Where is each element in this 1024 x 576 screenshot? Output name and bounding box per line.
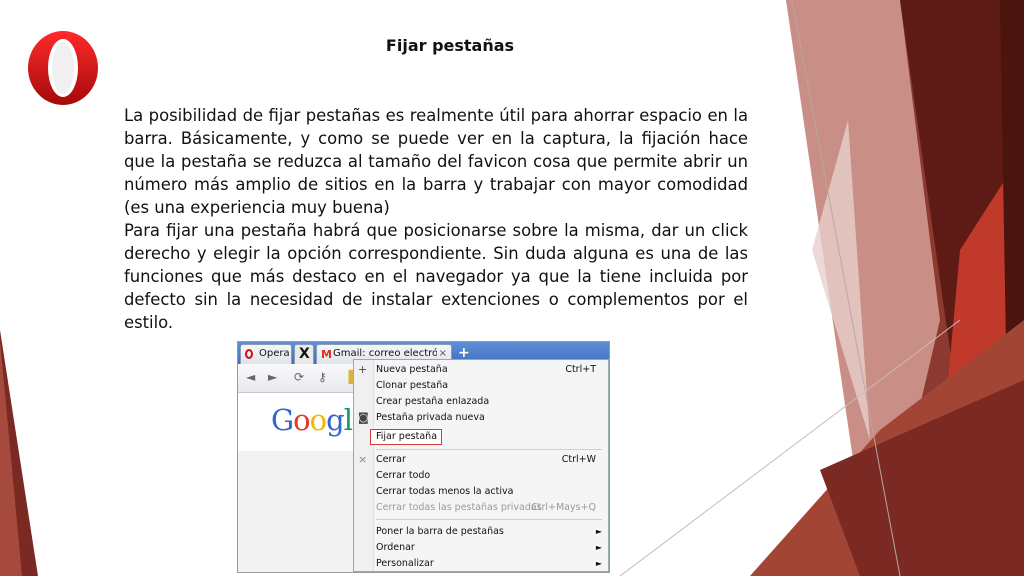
google-logo: Googl	[271, 403, 353, 437]
menu-shortcut: Ctrl+W	[561, 454, 596, 465]
google-letter: G	[271, 403, 294, 437]
submenu-arrow-icon: ►	[595, 559, 602, 568]
menu-shortcut: Ctrl+Mays+Q	[531, 502, 596, 513]
menu-item-clonar-pestana[interactable]: Clonar pestaña	[376, 378, 448, 394]
plus-icon: +	[358, 363, 368, 376]
page-background	[238, 451, 353, 572]
tab-opera[interactable]: Opera	[240, 344, 292, 364]
submenu-arrow-icon: ►	[595, 543, 602, 552]
gmail-icon: M	[321, 348, 332, 361]
menu-item-poner-barra[interactable]: Poner la barra de pestañas	[376, 524, 504, 540]
pinned-tab-icon: X	[299, 346, 310, 362]
slide-title: Fijar pestañas	[385, 36, 515, 55]
key-icon[interactable]: ⚷	[318, 370, 327, 384]
close-tab-icon[interactable]: ×	[439, 348, 447, 359]
opera-logo-icon	[28, 31, 98, 105]
google-letter: l	[343, 403, 353, 437]
opera-icon	[245, 349, 253, 359]
menu-item-cerrar[interactable]: Cerrar	[376, 452, 406, 468]
menu-shortcut: Ctrl+T	[565, 364, 596, 375]
menu-item-personalizar[interactable]: Personalizar	[376, 556, 434, 572]
google-letter: o	[309, 403, 327, 437]
menu-item-pestana-privada[interactable]: Pestaña privada nueva	[376, 410, 485, 426]
reload-icon[interactable]: ⟳	[294, 370, 304, 384]
menu-separator	[376, 449, 602, 450]
menu-item-cerrar-menos-activa[interactable]: Cerrar todas menos la activa	[376, 484, 513, 500]
address-icon[interactable]: ▐	[344, 370, 353, 384]
web-page: Googl	[238, 393, 353, 451]
tab-label: Gmail: correo electróni...	[333, 348, 437, 359]
menu-item-crear-pestana-enlazada[interactable]: Crear pestaña enlazada	[376, 394, 489, 410]
back-icon[interactable]: ◄	[246, 370, 255, 384]
menu-separator	[376, 519, 602, 520]
menu-item-ordenar[interactable]: Ordenar	[376, 540, 415, 556]
close-icon: ×	[358, 453, 368, 466]
tab-pinned[interactable]: X	[294, 344, 314, 364]
slide-body: La posibilidad de fijar pestañas es real…	[124, 104, 748, 334]
menu-item-cerrar-todo[interactable]: Cerrar todo	[376, 468, 430, 484]
submenu-arrow-icon: ►	[595, 527, 602, 536]
paragraph-2: Para fijar una pestaña habrá que posicio…	[124, 221, 748, 332]
paragraph-1: La posibilidad de fijar pestañas es real…	[124, 106, 748, 217]
private-tab-icon: ◙	[358, 411, 369, 424]
google-letter: o	[293, 403, 310, 437]
menu-item-cerrar-privadas: Cerrar todas las pestañas privadas	[376, 502, 542, 513]
tab-label: Opera	[259, 348, 290, 359]
google-letter: g	[326, 403, 345, 437]
forward-icon[interactable]: ►	[268, 370, 277, 384]
menu-item-nueva-pestana[interactable]: Nueva pestaña	[376, 362, 448, 378]
menu-item-fijar-pestana[interactable]: Fijar pestaña	[376, 429, 437, 445]
browser-screenshot: Opera X M Gmail: correo electróni... × +…	[237, 341, 610, 573]
tab-context-menu: + Nueva pestaña Ctrl+T Clonar pestaña Cr…	[353, 359, 609, 572]
